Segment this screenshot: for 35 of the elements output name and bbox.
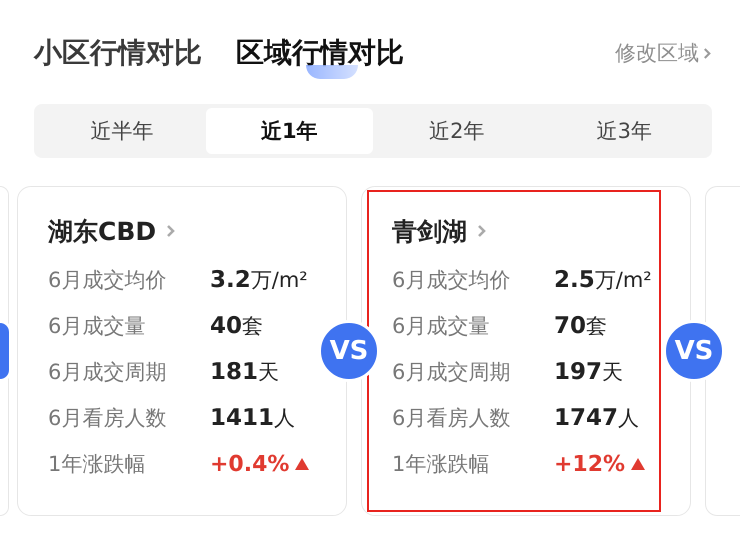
metric-label: 1年涨跌幅 xyxy=(48,451,146,478)
metric-value: 3.2万/m² xyxy=(210,266,308,294)
metric-value: 197天 xyxy=(554,358,624,386)
metric-label: 6月成交均价 xyxy=(392,267,512,294)
metric-label: 6月成交周期 xyxy=(48,359,168,386)
metric-label: 6月看房人数 xyxy=(392,405,512,432)
period-tab[interactable]: 近3年 xyxy=(540,108,708,154)
metric-value: 40套 xyxy=(210,312,264,340)
metric-value: 1747人 xyxy=(554,404,640,432)
section-tab[interactable]: 小区行情对比 xyxy=(34,35,202,81)
change-value: +0.4% xyxy=(210,452,290,476)
metric-label: 1年涨跌幅 xyxy=(392,451,490,478)
vs-badge: VS xyxy=(663,320,725,382)
metric-label: 6月成交量 xyxy=(48,313,146,340)
vs-badge: VS xyxy=(318,320,380,382)
metric-value: 2.5万/m² xyxy=(554,266,652,294)
region-name: 湖东CBD xyxy=(48,216,156,248)
metric-value: 181天 xyxy=(210,358,280,386)
up-triangle-icon xyxy=(295,458,310,470)
period-tab[interactable]: 近半年 xyxy=(38,108,206,154)
chevron-right-icon xyxy=(477,224,487,238)
change-value: +12% xyxy=(554,452,626,476)
metric-value: 1411人 xyxy=(210,404,296,432)
metric-label: 6月看房人数 xyxy=(48,405,168,432)
region-name: 青剑湖 xyxy=(392,216,467,248)
metric-label: 6月成交均价 xyxy=(48,267,168,294)
section-tab[interactable]: 区域行情对比 xyxy=(236,35,404,81)
chevron-right-icon xyxy=(166,224,176,238)
period-tab[interactable]: 近2年 xyxy=(373,108,540,154)
period-tab[interactable]: 近1年 xyxy=(206,108,373,154)
chevron-right-icon xyxy=(703,46,712,60)
metric-label: 6月成交周期 xyxy=(392,359,512,386)
metric-value: 70套 xyxy=(554,312,608,340)
up-triangle-icon xyxy=(631,458,646,470)
metric-label: 6月成交量 xyxy=(392,313,490,340)
